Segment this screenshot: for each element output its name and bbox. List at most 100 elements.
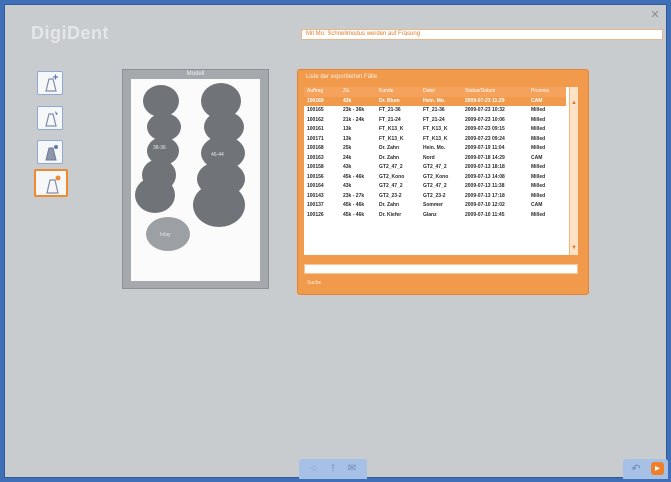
crown-edit-icon bbox=[45, 111, 58, 127]
column-header[interactable]: Prozess bbox=[528, 87, 566, 97]
navigation-bar: ↶ ▸ bbox=[623, 459, 668, 479]
table-scrollbar[interactable]: ▲ ▼ bbox=[569, 87, 578, 255]
table-cell: 45k - 46k bbox=[343, 202, 365, 208]
table-cell: 13k bbox=[343, 126, 352, 132]
table-cell: 2009-07-23 10:32 bbox=[465, 107, 505, 113]
table-cell: Glanz bbox=[423, 211, 437, 218]
model-preview-panel: Modell 38-36 46-44 Inlay bbox=[122, 69, 269, 289]
model-canvas[interactable]: 38-36 46-44 Inlay bbox=[131, 79, 260, 281]
table-cell: 42k bbox=[340, 96, 376, 106]
table-cell: 2009-07-23 11:29 bbox=[462, 96, 528, 106]
order-list-title: Liste der exportierten Fälle bbox=[306, 74, 378, 80]
order-table: Auftrag Zä. Kunde Datei Status/Datum Pro… bbox=[304, 87, 566, 220]
order-table-container: Auftrag Zä. Kunde Datei Status/Datum Pro… bbox=[304, 87, 578, 255]
table-cell: 2009-07-19 11:04 bbox=[465, 145, 505, 151]
table-cell: Sommer bbox=[423, 202, 444, 208]
scroll-up-icon[interactable]: ▲ bbox=[570, 99, 578, 107]
table-cell: 100126 bbox=[307, 211, 324, 218]
table-cell: 100162 bbox=[307, 116, 324, 123]
table-cell: Milled bbox=[531, 211, 546, 218]
column-header[interactable]: Datei bbox=[420, 87, 462, 97]
table-cell: GT2_Kono bbox=[379, 173, 405, 180]
info-icon[interactable]: ǃ bbox=[326, 463, 340, 475]
table-cell: 2009-07-10 12:02 bbox=[465, 202, 505, 208]
table-row[interactable]: 100126 45k - 46k Dr. Kiefer Glanz 2009-07-10… bbox=[304, 211, 566, 221]
table-cell: FT_21-24 bbox=[423, 116, 445, 123]
table-cell: 100156 bbox=[307, 173, 324, 180]
table-cell: 43k bbox=[343, 183, 352, 189]
table-cell: Milled bbox=[531, 135, 546, 142]
table-cell: CAM bbox=[531, 154, 543, 161]
user-icon[interactable]: ◌ bbox=[307, 463, 321, 475]
column-header[interactable]: Kunde bbox=[376, 87, 420, 97]
table-row[interactable]: 100162 21k - 24k FT_21-24 FT_21-24 2009-07-2… bbox=[304, 116, 566, 126]
table-cell: 100168 bbox=[307, 145, 324, 151]
table-cell: Dr. Kiefer bbox=[379, 211, 402, 218]
table-cell: 2009-07-23 09:15 bbox=[465, 126, 505, 132]
column-header[interactable]: Zä. bbox=[340, 87, 376, 97]
table-row[interactable]: 100156 45k - 46k GT2_Kono GT2_Kono 2009-07-1… bbox=[304, 173, 566, 183]
table-row[interactable]: 100169 42k Dr. Blum Hein. Mo. 2009-07-23 11:… bbox=[304, 96, 566, 106]
model-title: Modell bbox=[186, 71, 205, 77]
next-button[interactable]: ▸ bbox=[651, 462, 664, 475]
table-cell: FT_K13_K bbox=[379, 135, 404, 142]
crown-select-icon bbox=[46, 175, 61, 194]
status-message: Mit Mo: Schnellmodus werden auf Fräsung bbox=[301, 29, 663, 40]
table-cell: Milled bbox=[531, 145, 546, 151]
table-row[interactable]: 100164 43k GT2_47_2 GT2_47_2 2009-07-13 11:3… bbox=[304, 182, 566, 192]
blob-label-left: 38-36 bbox=[153, 145, 166, 151]
table-cell: FT_21-36 bbox=[379, 107, 401, 113]
table-cell: 43k bbox=[343, 164, 352, 170]
table-cell: 23k - 27k bbox=[343, 192, 365, 199]
table-cell: GT2_Kono bbox=[423, 173, 449, 180]
column-header[interactable]: Status/Datum bbox=[462, 87, 528, 97]
table-header-row: Auftrag Zä. Kunde Datei Status/Datum Pro… bbox=[304, 87, 566, 97]
table-cell: 100137 bbox=[307, 202, 324, 208]
table-cell: Hein. Mo. bbox=[423, 145, 446, 151]
table-cell: 23k - 36k bbox=[343, 107, 365, 113]
table-cell: GT2_23-2 bbox=[379, 192, 402, 199]
table-cell: Milled bbox=[531, 126, 546, 132]
table-cell: 2009-07-13 17:18 bbox=[465, 192, 505, 199]
table-cell: 24k bbox=[343, 154, 352, 161]
column-header[interactable]: Auftrag bbox=[304, 87, 340, 97]
tool-button-crown-edit[interactable] bbox=[37, 106, 63, 130]
table-row[interactable]: 100158 43k GT2_47_2 GT2_47_2 2009-07-13 18:1… bbox=[304, 163, 566, 173]
table-cell: 100169 bbox=[304, 96, 340, 106]
back-icon[interactable]: ↶ bbox=[629, 463, 643, 475]
table-cell: 2009-07-13 18:18 bbox=[465, 164, 505, 170]
table-cell: 2009-07-13 11:38 bbox=[465, 183, 505, 189]
scroll-down-icon[interactable]: ▼ bbox=[570, 244, 578, 252]
table-row[interactable]: 100163 24k Dr. Zahn Nord 2009-07-18 14:29 CAM bbox=[304, 154, 566, 164]
app-title: DigiDent bbox=[31, 23, 109, 43]
close-button[interactable]: ✕ bbox=[649, 9, 661, 21]
crown-add-icon bbox=[45, 74, 58, 92]
table-row[interactable]: 100165 23k - 36k FT_21-36 FT_21-36 2009-07-2… bbox=[304, 106, 566, 116]
table-row[interactable]: 100161 13k FT_K13_K FT_K13_K 2009-07-23 09:1… bbox=[304, 125, 566, 135]
crown-fill-icon bbox=[45, 145, 58, 161]
mail-icon[interactable]: ✉ bbox=[345, 463, 359, 475]
filter-input[interactable] bbox=[304, 264, 578, 274]
table-cell: CAM bbox=[528, 96, 566, 106]
table-cell: 45k - 46k bbox=[343, 173, 365, 180]
table-row[interactable]: 100171 13k FT_K13_K FT_K13_K 2009-07-23 09:2… bbox=[304, 135, 566, 145]
table-cell: FT_K13_K bbox=[423, 135, 448, 142]
table-row[interactable]: 100168 25k Dr. Zahn Hein. Mo. 2009-07-19 11:… bbox=[304, 144, 566, 154]
table-cell: GT2_23-2 bbox=[423, 192, 446, 199]
table-cell: 100161 bbox=[307, 126, 324, 132]
table-cell: Milled bbox=[531, 107, 546, 113]
tool-button-crown-select[interactable] bbox=[34, 169, 68, 197]
table-cell: 100171 bbox=[307, 135, 324, 142]
table-row[interactable]: 100143 23k - 27k GT2_23-2 GT2_23-2 2009-07-1… bbox=[304, 192, 566, 202]
table-cell: Hein. Mo. bbox=[420, 96, 462, 106]
table-cell: 45k - 46k bbox=[343, 211, 365, 218]
table-cell: Milled bbox=[531, 116, 546, 123]
table-cell: Dr. Zahn bbox=[379, 154, 400, 161]
table-cell: 100143 bbox=[307, 192, 324, 199]
tool-button-crown-add[interactable] bbox=[37, 71, 63, 95]
tool-button-crown-fill[interactable] bbox=[37, 140, 63, 164]
table-row[interactable]: 100137 45k - 46k Dr. Zahn Sommer 2009-07-10 … bbox=[304, 201, 566, 211]
tooth-blob bbox=[135, 177, 175, 213]
table-cell: Dr. Blum bbox=[376, 96, 420, 106]
table-cell: FT_K13_K bbox=[423, 126, 448, 132]
